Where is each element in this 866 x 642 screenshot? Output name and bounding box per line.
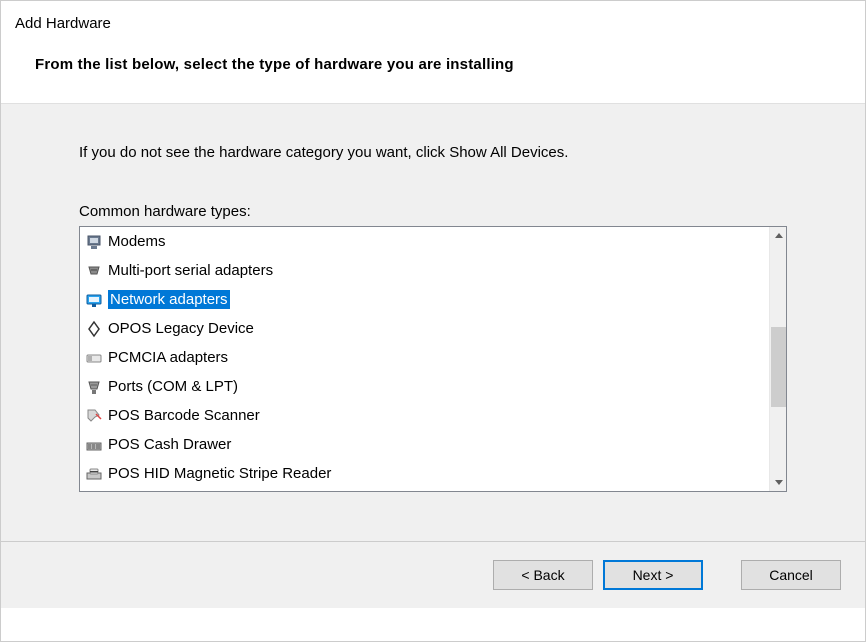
list-item-label: PCMCIA adapters <box>108 349 228 366</box>
cancel-button[interactable]: Cancel <box>741 560 841 590</box>
opos-icon <box>84 319 104 339</box>
list-item-label: Ports (COM & LPT) <box>108 378 238 395</box>
list-item-pcmcia[interactable]: PCMCIA adapters <box>80 343 769 372</box>
instruction-title: From the list below, select the type of … <box>35 56 845 73</box>
hardware-types-listbox[interactable]: Modems Multi-port serial adapters Networ… <box>79 226 787 492</box>
back-button[interactable]: < Back <box>493 560 593 590</box>
list-item-label: Network adapters <box>108 290 230 309</box>
barcode-scanner-icon <box>84 406 104 426</box>
button-spacer <box>713 560 731 590</box>
serial-adapter-icon <box>84 261 104 281</box>
list-item-label: POS Barcode Scanner <box>108 407 260 424</box>
list-item-multiport-serial[interactable]: Multi-port serial adapters <box>80 256 769 285</box>
list-item-network-adapters[interactable]: Network adapters <box>80 285 769 314</box>
list-item-label: Modems <box>108 233 166 250</box>
list-item-opos[interactable]: OPOS Legacy Device <box>80 314 769 343</box>
list-item-magstripe[interactable]: POS HID Magnetic Stripe Reader <box>80 459 769 488</box>
list-item-modems[interactable]: Modems <box>80 227 769 256</box>
cash-drawer-icon <box>84 435 104 455</box>
list-item-ports[interactable]: Ports (COM & LPT) <box>80 372 769 401</box>
list-item-label: Multi-port serial adapters <box>108 262 273 279</box>
dialog-content: If you do not see the hardware category … <box>1 103 865 541</box>
magstripe-icon <box>84 464 104 484</box>
list-items-container: Modems Multi-port serial adapters Networ… <box>80 227 769 491</box>
ports-icon <box>84 377 104 397</box>
list-label: Common hardware types: <box>79 203 787 220</box>
dialog-header: Add Hardware From the list below, select… <box>1 1 865 103</box>
scroll-thumb[interactable] <box>771 327 786 407</box>
pcmcia-icon <box>84 348 104 368</box>
scroll-down-arrow[interactable] <box>770 474 787 491</box>
scroll-up-arrow[interactable] <box>770 227 787 244</box>
listbox-scrollbar[interactable] <box>769 227 786 491</box>
next-button[interactable]: Next > <box>603 560 703 590</box>
window-title: Add Hardware <box>15 15 845 32</box>
modem-icon <box>84 232 104 252</box>
list-item-label: POS Cash Drawer <box>108 436 231 453</box>
dialog-footer: < Back Next > Cancel <box>1 541 865 608</box>
list-item-label: OPOS Legacy Device <box>108 320 254 337</box>
network-adapter-icon <box>84 290 104 310</box>
list-item-barcode-scanner[interactable]: POS Barcode Scanner <box>80 401 769 430</box>
list-item-cash-drawer[interactable]: POS Cash Drawer <box>80 430 769 459</box>
list-item-label: POS HID Magnetic Stripe Reader <box>108 465 331 482</box>
help-text: If you do not see the hardware category … <box>79 144 787 161</box>
